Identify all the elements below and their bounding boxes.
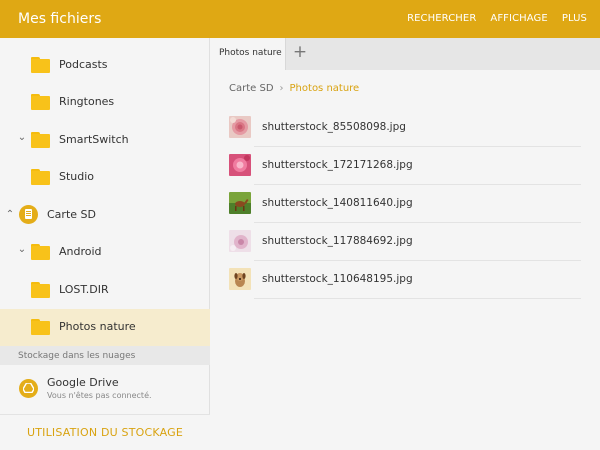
folder-icon xyxy=(31,132,50,148)
storage-usage-button[interactable]: UTILISATION DU STOCKAGE xyxy=(0,426,210,439)
chevron-down-icon[interactable]: ⌄ xyxy=(17,244,27,255)
breadcrumb-current: Photos nature xyxy=(289,83,360,94)
storage-footer: UTILISATION DU STOCKAGE xyxy=(0,414,210,450)
tab-photos-nature[interactable]: Photos nature xyxy=(210,38,285,70)
file-name: shutterstock_172171268.jpg xyxy=(262,159,413,171)
folder-icon xyxy=(31,244,50,260)
file-row[interactable]: shutterstock_85508098.jpg xyxy=(210,109,600,147)
view-action-button[interactable]: AFFICHAGE xyxy=(490,13,547,24)
sidebar-item-sd-card[interactable]: ⌃ Carte SD xyxy=(0,197,210,234)
file-name: shutterstock_110648195.jpg xyxy=(262,273,413,285)
sidebar: Podcasts Ringtones ⌄ SmartSwitch Studio … xyxy=(0,38,210,450)
breadcrumb-root[interactable]: Carte SD xyxy=(229,83,274,94)
folder-icon xyxy=(31,319,50,335)
sidebar-item-label: LOST.DIR xyxy=(59,283,109,296)
chevron-right-icon: › xyxy=(279,83,284,94)
chevron-up-icon[interactable]: ⌃ xyxy=(5,209,15,220)
chevron-down-icon[interactable]: ⌄ xyxy=(17,132,27,143)
file-row[interactable]: shutterstock_110648195.jpg xyxy=(210,261,600,299)
sidebar-item-label: Studio xyxy=(59,170,95,183)
file-row[interactable]: shutterstock_140811640.jpg xyxy=(210,185,600,223)
folder-icon xyxy=(31,57,50,73)
pink-rose-thumbnail xyxy=(229,116,251,138)
pale-blossom-thumbnail xyxy=(229,230,251,252)
file-name: shutterstock_140811640.jpg xyxy=(262,197,413,209)
pink-flower-thumbnail xyxy=(229,154,251,176)
puppy-thumbnail xyxy=(229,268,251,290)
sidebar-item-smartswitch[interactable]: ⌄ SmartSwitch xyxy=(0,122,210,159)
folder-icon xyxy=(31,282,50,298)
search-action-button[interactable]: RECHERCHER xyxy=(407,13,476,24)
cloud-storage-header: Stockage dans les nuages xyxy=(0,346,210,365)
sd-card-icon xyxy=(19,205,38,224)
sidebar-item-google-drive[interactable]: Google Drive Vous n'êtes pas connecté. xyxy=(0,365,210,417)
folder-icon xyxy=(31,94,50,110)
horse-thumbnail xyxy=(229,192,251,214)
file-name: shutterstock_117884692.jpg xyxy=(262,235,413,247)
file-name: shutterstock_85508098.jpg xyxy=(262,121,406,133)
sidebar-item-label: SmartSwitch xyxy=(59,133,129,146)
row-divider xyxy=(254,298,581,299)
sidebar-item-ringtones[interactable]: Ringtones xyxy=(0,84,210,121)
add-tab-icon[interactable]: + xyxy=(291,42,309,62)
google-drive-icon xyxy=(19,379,38,398)
sidebar-item-label: Carte SD xyxy=(47,208,96,221)
file-row[interactable]: shutterstock_117884692.jpg xyxy=(210,223,600,261)
sidebar-item-podcasts[interactable]: Podcasts xyxy=(0,47,210,84)
google-drive-status: Vous n'êtes pas connecté. xyxy=(47,391,152,400)
tab-bar: Photos nature + xyxy=(210,38,600,70)
app-bar-actions: RECHERCHER AFFICHAGE PLUS xyxy=(407,13,587,24)
sidebar-item-label: Android xyxy=(59,245,102,258)
breadcrumb: Carte SD › Photos nature xyxy=(229,83,359,94)
app-bar: Mes fichiers RECHERCHER AFFICHAGE PLUS xyxy=(0,0,600,38)
sidebar-item-lost-dir[interactable]: LOST.DIR xyxy=(0,272,210,309)
sidebar-item-label: Podcasts xyxy=(59,58,108,71)
file-row[interactable]: shutterstock_172171268.jpg xyxy=(210,147,600,185)
tab-divider xyxy=(285,38,286,70)
google-drive-label: Google Drive xyxy=(47,376,119,389)
sidebar-item-photos-nature[interactable]: Photos nature xyxy=(0,309,210,346)
sidebar-item-label: Photos nature xyxy=(59,320,136,333)
sidebar-item-studio[interactable]: Studio xyxy=(0,159,210,196)
app-title: Mes fichiers xyxy=(18,11,102,27)
sidebar-item-label: Ringtones xyxy=(59,95,115,108)
main-pane: Photos nature + Carte SD › Photos nature s… xyxy=(210,38,600,450)
sidebar-item-android[interactable]: ⌄ Android xyxy=(0,234,210,271)
folder-icon xyxy=(31,169,50,185)
more-action-button[interactable]: PLUS xyxy=(562,13,587,24)
